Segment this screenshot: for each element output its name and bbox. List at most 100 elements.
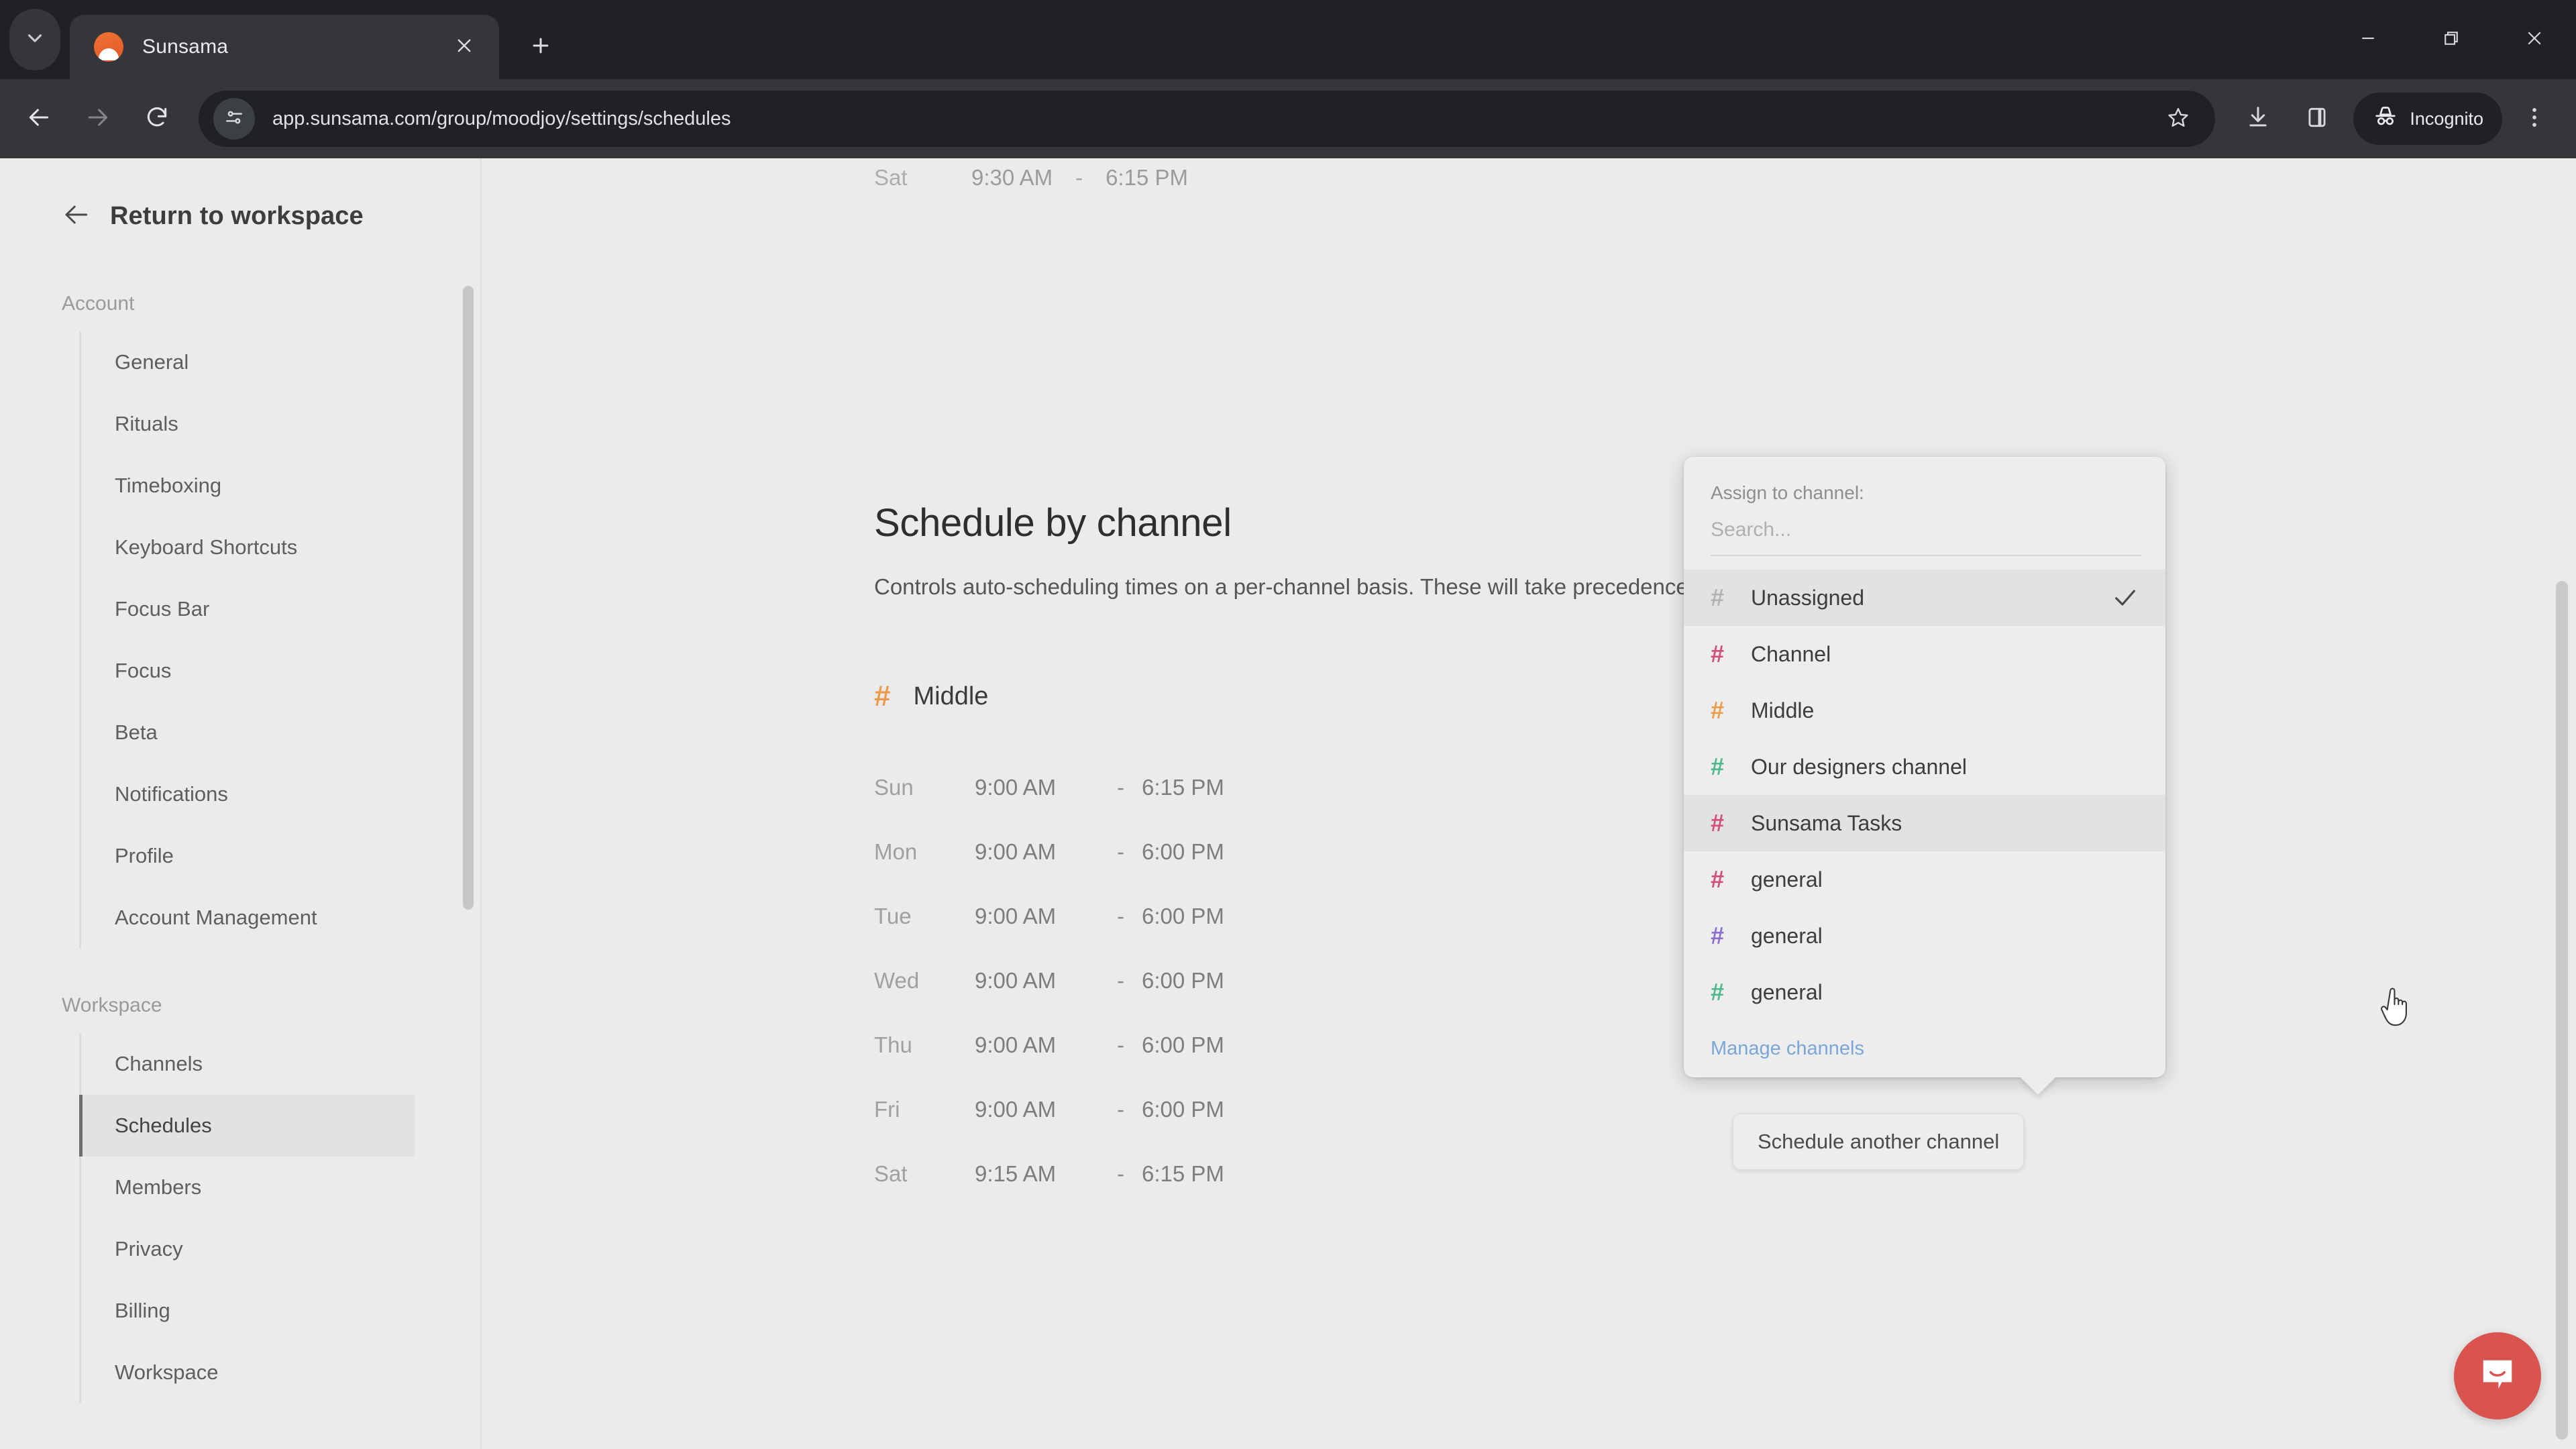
sidebar-item-beta[interactable]: Beta <box>79 702 482 763</box>
channel-option-general-1[interactable]: # general <box>1684 851 2165 908</box>
bookmark-button[interactable] <box>2159 99 2198 138</box>
page-title: Schedule by channel <box>874 501 1232 545</box>
close-window-button[interactable] <box>2493 0 2576 79</box>
schedule-another-channel-button[interactable]: Schedule another channel <box>1733 1114 2025 1170</box>
sidebar-item-focus[interactable]: Focus <box>79 640 482 702</box>
settings-content: Sat 9:30 AM - 6:15 PM Schedule by channe… <box>482 158 2576 1449</box>
channel-option-general-3[interactable]: # general <box>1684 964 2165 1020</box>
side-panel-button[interactable] <box>2290 92 2344 146</box>
three-dot-menu-icon <box>2522 105 2547 133</box>
row-end-time[interactable]: 6:15 PM <box>1142 1161 1224 1187</box>
sidebar-nav: Account General Rituals Timeboxing Keybo… <box>0 292 482 1449</box>
sidebar-item-rituals[interactable]: Rituals <box>79 393 482 455</box>
sidebar-item-schedules[interactable]: Schedules <box>79 1095 415 1157</box>
row-end-time[interactable]: 6:00 PM <box>1142 1097 1224 1122</box>
hash-icon: # <box>1711 640 1725 667</box>
sidebar-item-notifications[interactable]: Notifications <box>79 763 482 825</box>
channel-option-label: Middle <box>1751 698 1815 722</box>
content-scrollbar-thumb[interactable] <box>2556 581 2568 1440</box>
tab-search-button[interactable] <box>9 9 60 70</box>
browser-menu-button[interactable] <box>2508 92 2561 146</box>
row-start-time[interactable]: 9:00 AM <box>975 968 1102 994</box>
table-row: Thu 9:00 AM - 6:00 PM <box>874 1013 1224 1077</box>
row-end-time[interactable]: 6:00 PM <box>1142 839 1224 865</box>
browser-tab[interactable]: Sunsama <box>70 15 499 79</box>
row-start-time[interactable]: 9:00 AM <box>975 839 1102 865</box>
search-input[interactable] <box>1711 515 2141 545</box>
new-tab-button[interactable] <box>517 23 565 71</box>
channel-option-sunsama-tasks[interactable]: # Sunsama Tasks <box>1684 795 2165 851</box>
table-row: Mon 9:00 AM - 6:00 PM <box>874 820 1224 884</box>
intercom-chat-icon <box>2475 1352 2520 1401</box>
row-end-time[interactable]: 6:00 PM <box>1142 904 1224 929</box>
row-start-time[interactable]: 9:00 AM <box>975 1097 1102 1122</box>
site-info-button[interactable] <box>213 98 255 140</box>
sidebar-item-channels[interactable]: Channels <box>79 1033 482 1095</box>
row-dash: - <box>1117 968 1124 993</box>
maximize-window-button[interactable] <box>2410 0 2493 79</box>
row-end-time[interactable]: 6:00 PM <box>1142 1032 1224 1058</box>
row-start-time[interactable]: 9:15 AM <box>975 1161 1102 1187</box>
row-day: Sun <box>874 775 914 800</box>
manage-channels-link[interactable]: Manage channels <box>1684 1020 2165 1065</box>
star-icon <box>2167 106 2190 132</box>
window-controls <box>2326 0 2576 79</box>
sidebar-item-timeboxing[interactable]: Timeboxing <box>79 455 482 517</box>
intercom-launcher-button[interactable] <box>2454 1332 2541 1419</box>
channel-heading[interactable]: # Middle <box>874 682 988 711</box>
browser-toolbar: app.sunsama.com/group/moodjoy/settings/s… <box>0 79 2576 158</box>
downloads-button[interactable] <box>2231 92 2285 146</box>
channel-option-unassigned[interactable]: # Unassigned <box>1684 570 2165 626</box>
partial-row-start: 9:30 AM <box>971 165 1053 190</box>
reload-button[interactable] <box>130 92 184 146</box>
sidebar-scrollbar-thumb[interactable] <box>463 286 474 910</box>
hash-icon: # <box>1711 865 1725 893</box>
address-bar[interactable]: app.sunsama.com/group/moodjoy/settings/s… <box>199 91 2216 147</box>
sidebar-group-workspace: Channels Schedules Members Privacy Billi… <box>79 1033 482 1403</box>
minimize-window-button[interactable] <box>2326 0 2410 79</box>
table-row: Wed 9:00 AM - 6:00 PM <box>874 949 1224 1013</box>
incognito-indicator[interactable]: Incognito <box>2353 93 2502 145</box>
row-dash: - <box>1117 1161 1124 1186</box>
minimize-icon <box>2358 28 2378 52</box>
hash-icon: # <box>874 680 891 712</box>
sidebar-item-billing[interactable]: Billing <box>79 1280 482 1342</box>
sidebar-item-keyboard-shortcuts[interactable]: Keyboard Shortcuts <box>79 517 482 578</box>
sidebar-item-workspace-management[interactable]: Workspace <box>79 1342 482 1403</box>
row-start-time[interactable]: 9:00 AM <box>975 775 1102 800</box>
channel-option-general-2[interactable]: # general <box>1684 908 2165 964</box>
close-tab-button[interactable] <box>447 30 482 64</box>
sidebar-item-account-management[interactable]: Account Management <box>79 887 482 949</box>
row-end-time[interactable]: 6:00 PM <box>1142 968 1224 994</box>
back-arrow-icon <box>62 200 91 233</box>
sidebar-item-focus-bar[interactable]: Focus Bar <box>79 578 482 640</box>
row-start-time[interactable]: 9:00 AM <box>975 1032 1102 1058</box>
page-viewport: Return to workspace Account General Ritu… <box>0 158 2576 1449</box>
back-button[interactable] <box>12 92 66 146</box>
sidebar-scrollbar[interactable] <box>463 286 474 1044</box>
checkmark-icon <box>2112 584 2139 611</box>
channel-name: Middle <box>913 682 989 710</box>
hash-icon: # <box>1711 922 1725 949</box>
row-day: Sat <box>874 1161 908 1186</box>
sidebar-item-privacy[interactable]: Privacy <box>79 1218 482 1280</box>
browser-window: Sunsama app.sunsama.com/group/moodjoy/se… <box>0 0 2576 1449</box>
sidebar-item-general[interactable]: General <box>79 331 482 393</box>
channel-option-label: Sunsama Tasks <box>1751 810 1902 835</box>
channel-option-middle[interactable]: # Middle <box>1684 682 2165 739</box>
forward-button[interactable] <box>71 92 125 146</box>
incognito-hat-icon <box>2372 103 2399 135</box>
restore-icon <box>2441 28 2461 52</box>
channel-option-our-designers-channel[interactable]: # Our designers channel <box>1684 739 2165 795</box>
partial-schedule-row: Sat 9:30 AM - 6:15 PM <box>874 165 1188 191</box>
row-start-time[interactable]: 9:00 AM <box>975 904 1102 929</box>
sidebar-item-profile[interactable]: Profile <box>79 825 482 887</box>
row-end-time[interactable]: 6:15 PM <box>1142 775 1224 800</box>
return-to-workspace-link[interactable]: Return to workspace <box>0 158 480 233</box>
partial-row-dash: - <box>1075 165 1083 190</box>
sidebar-item-members[interactable]: Members <box>79 1157 482 1218</box>
content-scrollbar[interactable] <box>2556 581 2568 1440</box>
hash-icon: # <box>1711 696 1725 724</box>
return-to-workspace-label: Return to workspace <box>110 202 364 230</box>
channel-option-channel[interactable]: # Channel <box>1684 626 2165 682</box>
